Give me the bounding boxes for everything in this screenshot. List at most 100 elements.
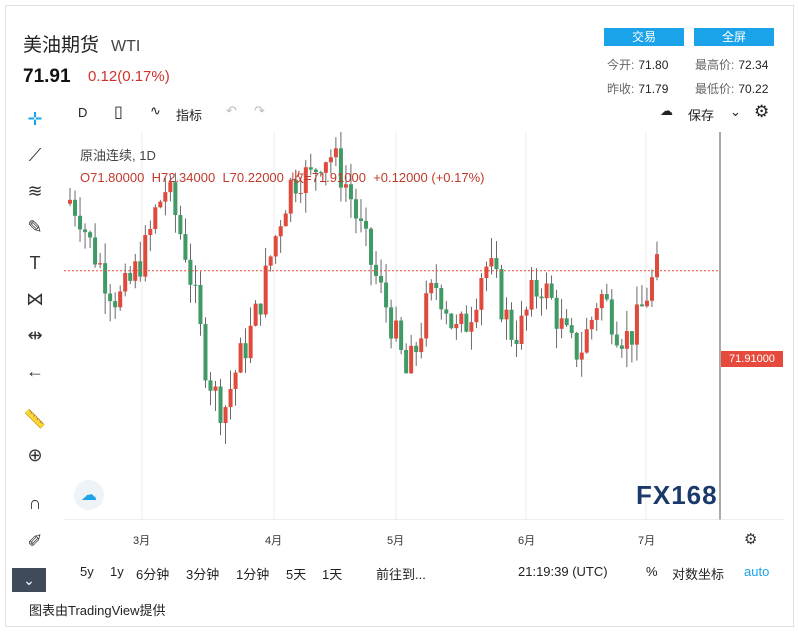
chevron-down-icon[interactable]: ⌄: [730, 104, 741, 120]
candle-body: [479, 278, 484, 310]
prev-close-stat: 昨收: 71.79: [607, 82, 669, 96]
candle-body: [434, 282, 439, 288]
candle-body: [514, 339, 519, 344]
xaxis-tick: 4月: [265, 535, 283, 547]
candle-body: [333, 148, 338, 158]
clock-readout[interactable]: 21:19:39 (UTC): [518, 564, 608, 579]
range-5y[interactable]: 5y: [80, 564, 94, 579]
candle-body: [98, 263, 103, 265]
ruler-icon[interactable]: 📏: [22, 406, 48, 432]
candle-body: [529, 279, 534, 310]
candle-body: [569, 325, 574, 333]
range-1min[interactable]: 1分钟: [236, 564, 269, 583]
candle-body: [449, 313, 454, 329]
candle-body: [484, 266, 489, 279]
candle-body: [108, 293, 113, 302]
auto-scale-toggle[interactable]: auto: [744, 564, 769, 579]
candle-body: [624, 331, 629, 349]
goto-date-button[interactable]: 前往到...: [376, 564, 426, 583]
price-chart[interactable]: [64, 132, 784, 520]
low-stat: 最低价: 70.22: [695, 82, 769, 96]
fullscreen-button[interactable]: 全屏: [694, 28, 774, 46]
measure-icon[interactable]: ⇹: [22, 322, 48, 348]
candle-body: [614, 334, 619, 346]
candle-body: [604, 294, 609, 300]
candle-body: [358, 218, 363, 221]
xaxis-tick: 7月: [638, 535, 656, 547]
instrument-symbol: WTI: [111, 38, 141, 55]
high-stat: 最高价: 72.34: [695, 58, 769, 72]
candle-body: [328, 157, 333, 163]
log-scale-toggle[interactable]: 对数坐标: [672, 564, 724, 583]
candle-body: [424, 293, 429, 339]
candle-body: [193, 284, 198, 286]
instrument-name: 美油期货: [23, 35, 100, 56]
settings-gear-icon[interactable]: ⚙: [754, 102, 769, 122]
candle-body: [113, 301, 118, 308]
trade-button[interactable]: 交易: [604, 28, 684, 46]
brush-icon[interactable]: ✎: [22, 214, 48, 240]
save-button[interactable]: 保存: [688, 105, 714, 124]
lock-icon[interactable]: ✐: [22, 528, 48, 554]
range-1y[interactable]: 1y: [110, 564, 124, 579]
fib-icon[interactable]: ≋: [22, 178, 48, 204]
candle-body: [419, 338, 424, 353]
candle-body: [278, 226, 283, 237]
percent-toggle[interactable]: %: [646, 564, 658, 579]
candle-body: [118, 291, 123, 308]
candle-body: [223, 407, 228, 424]
candle-body: [574, 332, 579, 360]
magnet-icon[interactable]: ∩: [22, 490, 48, 516]
candle-body: [273, 236, 278, 257]
candle-body: [188, 259, 193, 285]
candle-body: [494, 258, 499, 270]
chart-toolbar: D ▯ ∿ 指标 ↶ ↷ ☁ 保存 ⌄ ⚙: [62, 100, 782, 128]
collapse-icon[interactable]: ⌄: [12, 568, 46, 592]
candle-body: [464, 313, 469, 332]
candle-body: [103, 263, 108, 294]
candle-body: [519, 315, 524, 344]
interval-select[interactable]: D: [78, 105, 87, 120]
indicators-icon[interactable]: ∿: [150, 103, 161, 119]
range-5d[interactable]: 5天: [286, 564, 306, 583]
xaxis-tick: 5月: [387, 535, 405, 547]
candle-body: [634, 304, 639, 345]
range-3min[interactable]: 3分钟: [186, 564, 219, 583]
price-change: 0.12(0.17%): [88, 68, 170, 85]
candle-body: [243, 343, 248, 359]
xaxis-tick: 3月: [133, 535, 151, 547]
candle-body: [584, 329, 589, 353]
candle-body: [599, 294, 604, 309]
candle-body: [268, 256, 273, 266]
undo-icon[interactable]: ↶: [226, 103, 237, 119]
range-1d[interactable]: 1天: [322, 564, 342, 583]
candle-body: [213, 386, 218, 391]
candle-body: [594, 308, 599, 320]
current-price-tag: 71.91000: [721, 351, 783, 367]
candle-body: [83, 229, 88, 233]
candle-body: [539, 296, 544, 299]
text-icon[interactable]: T: [22, 250, 48, 276]
candle-body: [178, 214, 183, 235]
candle-body: [183, 234, 188, 260]
trendline-icon[interactable]: ⟋: [22, 142, 48, 168]
candle-body: [153, 207, 158, 229]
candle-body: [644, 300, 649, 307]
range-6min[interactable]: 6分钟: [136, 564, 169, 583]
candle-body: [649, 277, 654, 301]
crosshair-icon[interactable]: ✛: [22, 106, 48, 132]
candle-body: [203, 324, 208, 381]
axis-settings-icon[interactable]: ⚙: [744, 530, 757, 548]
indicators-button[interactable]: 指标: [176, 105, 202, 124]
tradingview-logo-icon[interactable]: ☁: [74, 480, 104, 510]
zoom-icon[interactable]: ⊕: [22, 442, 48, 468]
attribution: 图表由TradingView提供: [29, 603, 166, 618]
redo-icon[interactable]: ↷: [254, 103, 265, 119]
candle-type-icon[interactable]: ▯: [114, 102, 123, 122]
candle-body: [444, 309, 449, 314]
pattern-icon[interactable]: ⋈: [22, 286, 48, 312]
candle-body: [499, 269, 504, 320]
candle-body: [148, 228, 153, 236]
candle-body: [394, 320, 399, 339]
back-arrow-icon[interactable]: ←: [22, 358, 48, 384]
